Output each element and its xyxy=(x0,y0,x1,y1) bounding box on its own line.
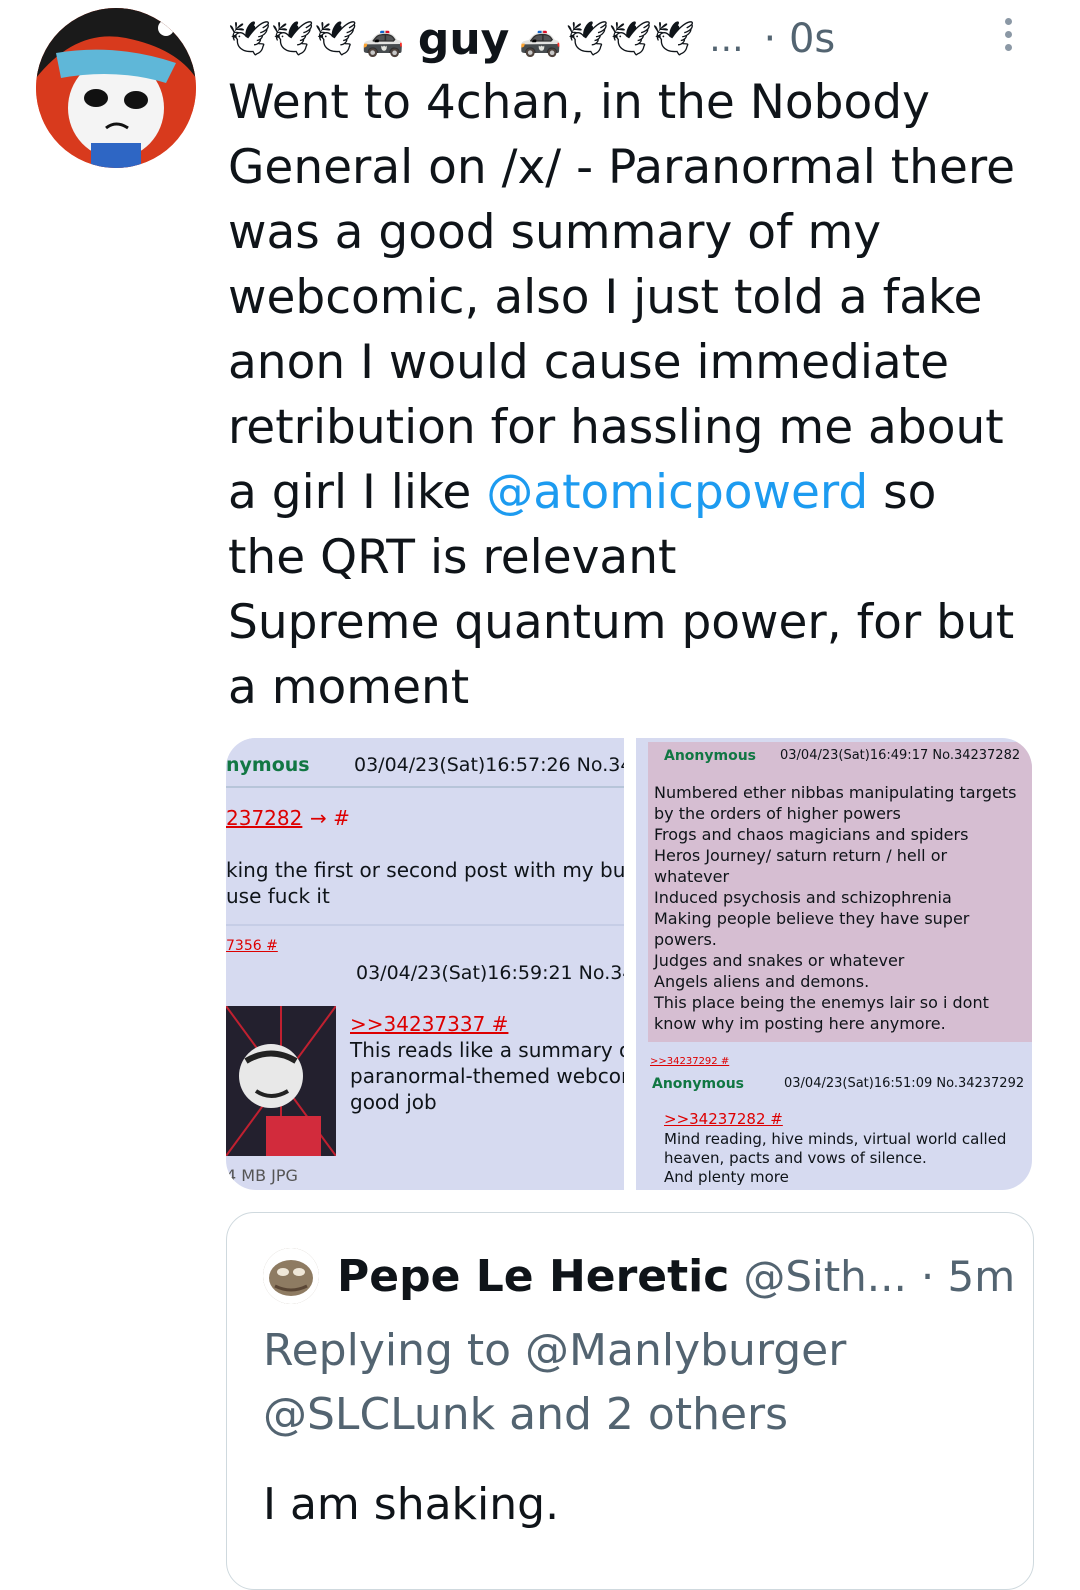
file-info: 4 MB JPG xyxy=(226,1166,298,1185)
tweet-text-part1: Went to 4chan, in the Nobody General on … xyxy=(228,75,1031,520)
dove-emojis-left: 🕊🕊🕊 xyxy=(228,19,358,59)
post-line: Heros Journey/ saturn return / hell or xyxy=(654,846,948,865)
post-body: Numbered ether nibbas manipulating targe… xyxy=(654,782,1017,1034)
replying-to-line: @SLCLunk and 2 others xyxy=(263,1389,789,1440)
reply-line: This reads like a summary o xyxy=(350,1038,624,1062)
reply-line: good job xyxy=(350,1090,437,1114)
quoted-tweet-text: I am shaking. xyxy=(263,1479,560,1530)
post-line: Angels aliens and demons. xyxy=(654,972,870,991)
quoted-avatar-illustration xyxy=(263,1248,319,1304)
post-date: 03/04/23(Sat)16:49:17 No.34237282 xyxy=(780,748,1021,763)
post-line: powers. xyxy=(654,930,717,949)
post-line: This place being the enemys lair so i do… xyxy=(654,993,989,1012)
post-date: 03/04/23(Sat)16:57:26 No.342 xyxy=(354,754,624,776)
post-line: by the orders of higher powers xyxy=(654,804,901,823)
quoted-avatar[interactable] xyxy=(263,1248,319,1304)
post-date: 03/04/23(Sat)16:59:21 No.342 xyxy=(356,962,624,984)
poster-name: nymous xyxy=(226,754,310,776)
mention-link[interactable]: @atomicpowerd xyxy=(486,465,868,520)
post-line: And plenty more xyxy=(664,1168,789,1186)
poster-name: Anonymous xyxy=(664,748,757,764)
dove-emojis-right: 🕊🕊🕊 xyxy=(565,19,696,59)
avatar-illustration xyxy=(36,8,196,168)
post-line: heaven, pacts and vows of silence. xyxy=(664,1149,927,1167)
post-line: use fuck it xyxy=(226,884,330,908)
post-date: 03/04/23(Sat)16:51:09 No.34237292 xyxy=(784,1076,1025,1091)
post-link[interactable]: 237282 xyxy=(226,806,302,830)
tweet-timestamp[interactable]: · 0s xyxy=(764,16,836,62)
tweet-text: Went to 4chan, in the Nobody General on … xyxy=(228,70,1028,720)
media-image-left[interactable]: nymous 03/04/23(Sat)16:57:26 No.342 2372… xyxy=(226,738,624,1190)
poster-name: Anonymous xyxy=(652,1076,745,1092)
display-name[interactable]: guy xyxy=(418,14,510,65)
quoted-handle[interactable]: @Sith... xyxy=(743,1252,906,1301)
quoted-tweet[interactable]: Pepe Le Heretic @Sith... · 5m Replying t… xyxy=(226,1212,1034,1590)
quoted-tweet-header: Pepe Le Heretic @Sith... · 5m xyxy=(263,1241,1015,1311)
post-line: Making people believe they have super xyxy=(654,909,970,928)
post-line: know why im posting here anymore. xyxy=(654,1014,946,1033)
post-line: Induced psychosis and schizophrenia xyxy=(654,888,952,907)
police-car-icon: 🚓 xyxy=(519,19,562,59)
thumbnail-illustration xyxy=(226,1006,336,1156)
more-options-icon[interactable] xyxy=(996,12,1020,62)
reply-link[interactable]: >>34237282 # xyxy=(664,1110,783,1128)
police-car-icon: 🚓 xyxy=(361,19,404,59)
post-line: Mind reading, hive minds, virtual world … xyxy=(664,1130,1007,1148)
name-ellipsis: ... xyxy=(709,18,744,60)
quoted-display-name[interactable]: Pepe Le Heretic xyxy=(337,1251,729,1302)
tweet-media[interactable]: nymous 03/04/23(Sat)16:57:26 No.342 2372… xyxy=(226,738,1032,1190)
post-line: king the first or second post with my bu… xyxy=(226,858,624,882)
reply-body: Mind reading, hive minds, virtual world … xyxy=(664,1130,1006,1187)
post-thumbnail[interactable] xyxy=(226,1006,336,1156)
post-link-suffix: → # xyxy=(310,806,350,830)
replying-to-line: Replying to @Manlyburger xyxy=(263,1325,847,1376)
replying-to: Replying to @Manlyburger @SLCLunk and 2 … xyxy=(263,1319,1003,1447)
post-link-small[interactable]: 7356 # xyxy=(226,938,278,954)
post-line: Judges and snakes or whatever xyxy=(654,951,905,970)
quoted-timestamp[interactable]: · 5m xyxy=(921,1252,1015,1301)
post-line: Frogs and chaos magicians and spiders xyxy=(654,825,969,844)
post-line: whatever xyxy=(654,867,730,886)
media-image-right[interactable]: Anonymous 03/04/23(Sat)16:49:17 No.34237… xyxy=(636,738,1032,1190)
user-avatar[interactable] xyxy=(36,8,196,168)
reply-link[interactable]: >>34237337 # xyxy=(350,1012,508,1036)
post-link-small[interactable]: >>34237292 # xyxy=(650,1056,729,1067)
reply-line: paranormal-themed webcon xyxy=(350,1064,624,1088)
tweet-header: 🕊🕊🕊 🚓 guy 🚓 🕊🕊🕊 ... · 0s xyxy=(228,8,1038,70)
post-line: Numbered ether nibbas manipulating targe… xyxy=(654,783,1017,802)
